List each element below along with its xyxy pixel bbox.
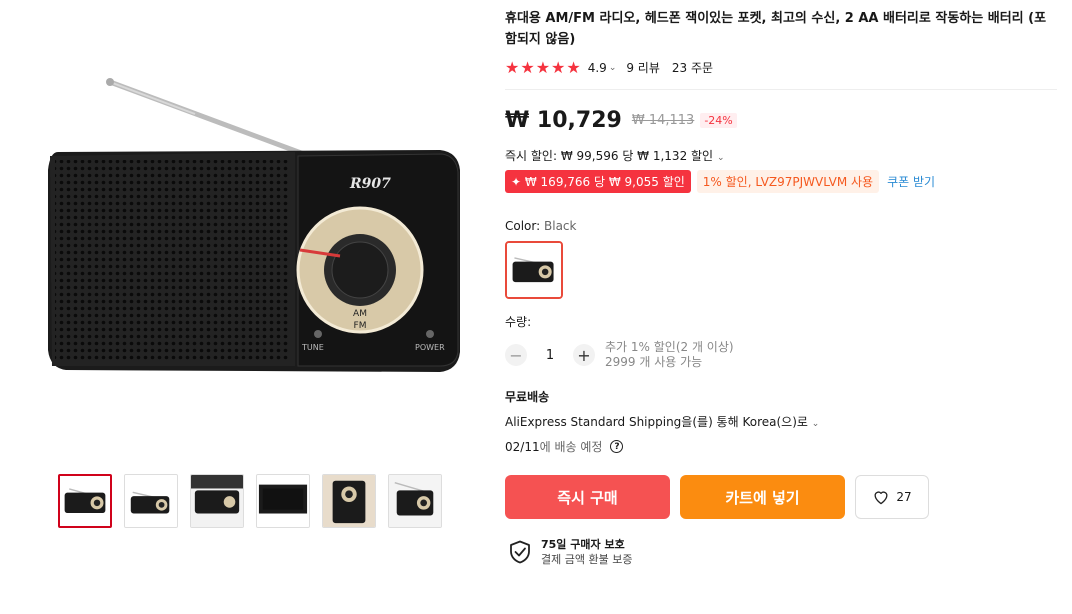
quantity-label: 수량: — [505, 315, 532, 329]
chevron-down-icon[interactable]: ⌄ — [609, 63, 617, 73]
quantity-increase-button[interactable]: + — [573, 344, 595, 366]
quantity-stepper: − 1 + 추가 1% 할인(2 개 이상) 2999 개 사용 가능 — [505, 340, 1057, 370]
chevron-down-icon: ⌄ — [716, 153, 725, 163]
promo-row: ✦ ₩ 169,766 당 ₩ 9,055 할인 1% 할인, LVZ97PJW… — [505, 170, 1057, 193]
extra-discount-text: 추가 1% 할인(2 개 이상) — [605, 340, 734, 354]
heart-icon — [874, 491, 888, 505]
review-count[interactable]: 9 리뷰 — [626, 59, 660, 76]
buy-now-button[interactable]: 즉시 구매 — [505, 475, 670, 519]
protection-subtitle: 결제 금액 환불 보증 — [541, 553, 633, 566]
quantity-info: 추가 1% 할인(2 개 이상) 2999 개 사용 가능 — [605, 340, 734, 370]
dial-fm-label: FM — [354, 321, 367, 331]
rating-row: ★★★★★ 4.9 ⌄ 9 리뷰 23 주문 — [505, 58, 1057, 77]
divider — [505, 89, 1057, 90]
thumbnail-1[interactable] — [58, 474, 112, 528]
wishlist-count: 27 — [896, 490, 912, 504]
product-info: 휴대용 AM/FM 라디오, 헤드폰 잭이있는 포켓, 최고의 수신, 2 AA… — [505, 8, 1057, 567]
radio-brand-text: R907 — [349, 176, 391, 192]
promo-code-badge[interactable]: 1% 할인, LVZ97PJWVLVM 사용 — [696, 170, 880, 193]
discount-badge: -24% — [700, 113, 737, 128]
action-buttons: 즉시 구매 카트에 넣기 27 — [505, 475, 1057, 519]
color-swatch-black[interactable] — [505, 241, 563, 299]
color-label: Color: Black — [505, 219, 1057, 233]
power-label: POWER — [415, 343, 445, 352]
price-row: ₩ 10,729 ₩ 14,113 -24% — [505, 108, 1057, 133]
product-title: 휴대용 AM/FM 라디오, 헤드폰 잭이있는 포켓, 최고의 수신, 2 AA… — [505, 11, 1047, 47]
quantity-decrease-button[interactable]: − — [505, 344, 527, 366]
thumbnail-3[interactable] — [190, 474, 244, 528]
rating-value[interactable]: 4.9 — [588, 61, 607, 75]
thumbnail-5[interactable] — [322, 474, 376, 528]
store-discount-badge[interactable]: ✦ ₩ 169,766 당 ₩ 9,055 할인 — [505, 170, 691, 193]
available-stock-text: 2999 개 사용 가능 — [605, 355, 703, 369]
wishlist-button[interactable]: 27 — [855, 475, 929, 519]
quantity-value[interactable]: 1 — [527, 348, 573, 363]
original-price: ₩ 14,113 — [631, 113, 695, 128]
protection-title: 75일 구매자 보호 — [541, 538, 625, 551]
order-count: 23 주문 — [671, 61, 714, 75]
current-price: ₩ 10,729 — [505, 108, 622, 133]
tune-label: TUNE — [301, 343, 324, 352]
product-gallery: R907 AM FM TUNE POWER — [0, 0, 490, 614]
color-label-value: Black — [544, 219, 577, 233]
instant-discount[interactable]: 즉시 할인: ₩ 99,596 당 ₩ 1,132 할인 ⌄ — [505, 147, 1057, 164]
dial-am-label: AM — [353, 309, 367, 319]
add-to-cart-button[interactable]: 카트에 넣기 — [680, 475, 845, 519]
thumbnail-6[interactable] — [388, 474, 442, 528]
thumbnail-strip — [58, 474, 442, 528]
rating-stars: ★★★★★ — [505, 58, 582, 77]
shipping-method-text: AliExpress Standard Shipping을(를) 통해 Kore… — [505, 415, 808, 429]
chevron-down-icon: ⌄ — [811, 419, 820, 429]
color-label-key: Color: — [505, 219, 541, 233]
thumbnail-2[interactable] — [124, 474, 178, 528]
shipping-method[interactable]: AliExpress Standard Shipping을(를) 통해 Kore… — [505, 413, 1057, 430]
thumbnail-4[interactable] — [256, 474, 310, 528]
instant-discount-text: 즉시 할인: ₩ 99,596 당 ₩ 1,132 할인 — [505, 149, 714, 163]
shield-check-icon — [510, 540, 530, 564]
delivery-estimate: 02/11 에 배송 예정 ? — [505, 438, 1057, 455]
delivery-date: 02/11 — [505, 439, 540, 454]
delivery-date-suffix: 에 배송 예정 — [539, 440, 603, 454]
shipping-title: 무료배송 — [505, 390, 550, 404]
main-product-image[interactable]: R907 AM FM TUNE POWER — [30, 60, 470, 400]
help-icon[interactable]: ? — [610, 440, 624, 453]
get-coupon-link[interactable]: 쿠폰 받기 — [887, 173, 935, 190]
buyer-protection: 75일 구매자 보호 결제 금액 환불 보증 — [509, 537, 1057, 567]
